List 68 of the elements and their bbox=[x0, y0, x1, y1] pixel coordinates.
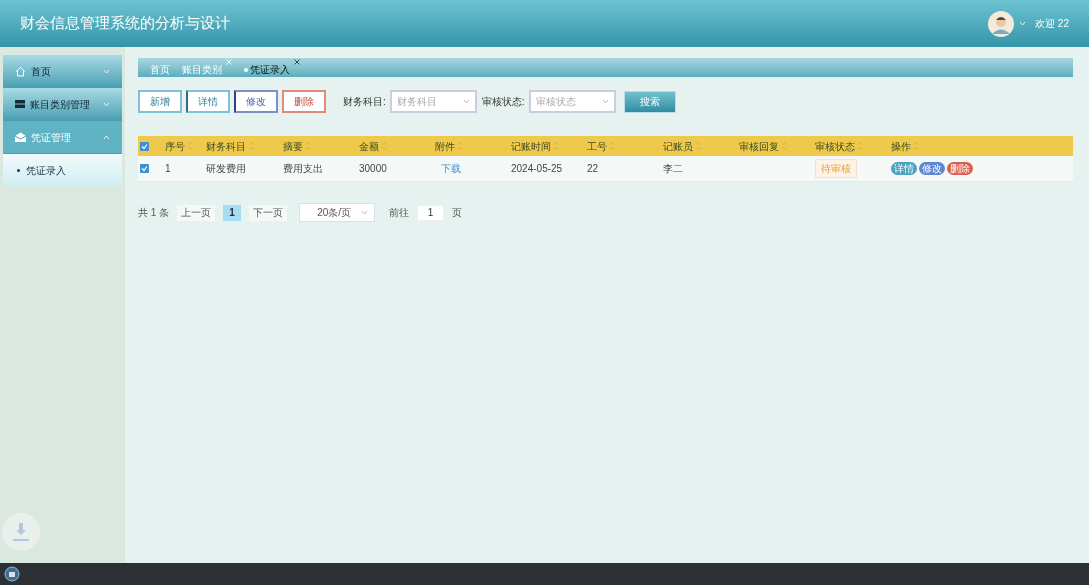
home-icon bbox=[15, 65, 26, 77]
sort-icon[interactable] bbox=[554, 142, 559, 150]
chevron-icon bbox=[103, 134, 110, 140]
sort-icon[interactable] bbox=[458, 142, 463, 150]
column-header[interactable]: 审核状态 bbox=[815, 138, 855, 154]
checkbox[interactable] bbox=[140, 164, 149, 173]
prev-page-button[interactable]: 上一页 bbox=[177, 204, 216, 221]
list-icon bbox=[15, 99, 25, 109]
column-header[interactable]: 财务科目 bbox=[206, 138, 246, 154]
sort-icon[interactable] bbox=[914, 142, 919, 150]
row-action-button[interactable]: 修改 bbox=[919, 162, 945, 175]
goto-label: 前往 bbox=[389, 206, 410, 220]
toolbar-button[interactable]: 删除 bbox=[282, 90, 326, 113]
close-icon[interactable] bbox=[294, 59, 300, 65]
filter-label: 财务科目: bbox=[343, 95, 386, 109]
download-icon bbox=[12, 522, 30, 542]
column-header[interactable]: 操作 bbox=[891, 138, 911, 154]
chevron-icon bbox=[103, 68, 110, 74]
chevron-icon bbox=[361, 210, 369, 215]
checkbox[interactable] bbox=[140, 141, 149, 151]
page-button[interactable]: 1 bbox=[223, 204, 242, 221]
table-cell-text: 李二 bbox=[663, 162, 683, 176]
chevron-icon bbox=[462, 99, 470, 104]
avatar-icon[interactable] bbox=[988, 10, 1015, 37]
start-icon[interactable] bbox=[4, 566, 20, 582]
chevron-icon bbox=[1019, 21, 1027, 26]
page-suffix: 页 bbox=[452, 206, 463, 220]
column-header[interactable]: 摘要 bbox=[283, 138, 303, 154]
sort-icon[interactable] bbox=[249, 142, 254, 150]
download-link[interactable]: 下载 bbox=[441, 161, 461, 176]
filter-label: 审核状态: bbox=[481, 95, 525, 109]
menu-item[interactable]: 账目类别管理 bbox=[3, 88, 122, 121]
chevron-icon bbox=[103, 101, 110, 107]
status-tag: 待审核 bbox=[815, 159, 857, 178]
sort-icon[interactable] bbox=[696, 142, 701, 150]
sort-icon[interactable] bbox=[610, 142, 615, 150]
sort-icon[interactable] bbox=[858, 142, 863, 150]
column-header[interactable]: 序号 bbox=[165, 138, 185, 154]
page-size-select[interactable]: 20条/页 bbox=[299, 203, 376, 222]
table-cell-text: 2024-05-25 bbox=[511, 162, 563, 176]
envelope-icon bbox=[15, 132, 26, 142]
app-title: 财会信息管理系统的分析与设计 bbox=[20, 13, 230, 34]
menu-item[interactable]: 首页 bbox=[3, 55, 122, 88]
sort-icon[interactable] bbox=[188, 142, 193, 150]
column-header[interactable]: 金额 bbox=[359, 138, 379, 154]
table-cell-text: 30000 bbox=[359, 162, 387, 176]
sort-icon[interactable] bbox=[306, 142, 311, 150]
page-input[interactable]: 1 bbox=[417, 204, 445, 221]
toolbar-button[interactable]: 修改 bbox=[234, 90, 278, 113]
table-cell-text: 22 bbox=[587, 162, 599, 176]
table-cell-text: 费用支出 bbox=[283, 162, 323, 176]
column-header[interactable]: 记账时间 bbox=[511, 138, 551, 154]
table-cell-text: 研发费用 bbox=[206, 162, 246, 176]
column-header[interactable]: 附件 bbox=[435, 138, 455, 154]
total-count: 共 1 条 bbox=[138, 206, 170, 220]
tab[interactable]: 凭证录入 bbox=[244, 59, 300, 77]
next-page-button[interactable]: 下一页 bbox=[249, 204, 288, 221]
column-header[interactable]: 记账员 bbox=[663, 138, 693, 154]
column-header[interactable]: 审核回复 bbox=[739, 138, 779, 154]
sort-icon[interactable] bbox=[382, 142, 387, 150]
sort-icon[interactable] bbox=[782, 142, 787, 150]
column-header[interactable]: 工号 bbox=[587, 138, 607, 154]
row-action-button[interactable]: 删除 bbox=[947, 162, 973, 175]
table-cell-text: 1 bbox=[165, 162, 171, 176]
toolbar-button[interactable]: 详情 bbox=[186, 90, 230, 113]
download-button[interactable] bbox=[2, 513, 40, 551]
chevron-icon bbox=[601, 99, 609, 104]
toolbar-button[interactable]: 新增 bbox=[138, 90, 182, 113]
